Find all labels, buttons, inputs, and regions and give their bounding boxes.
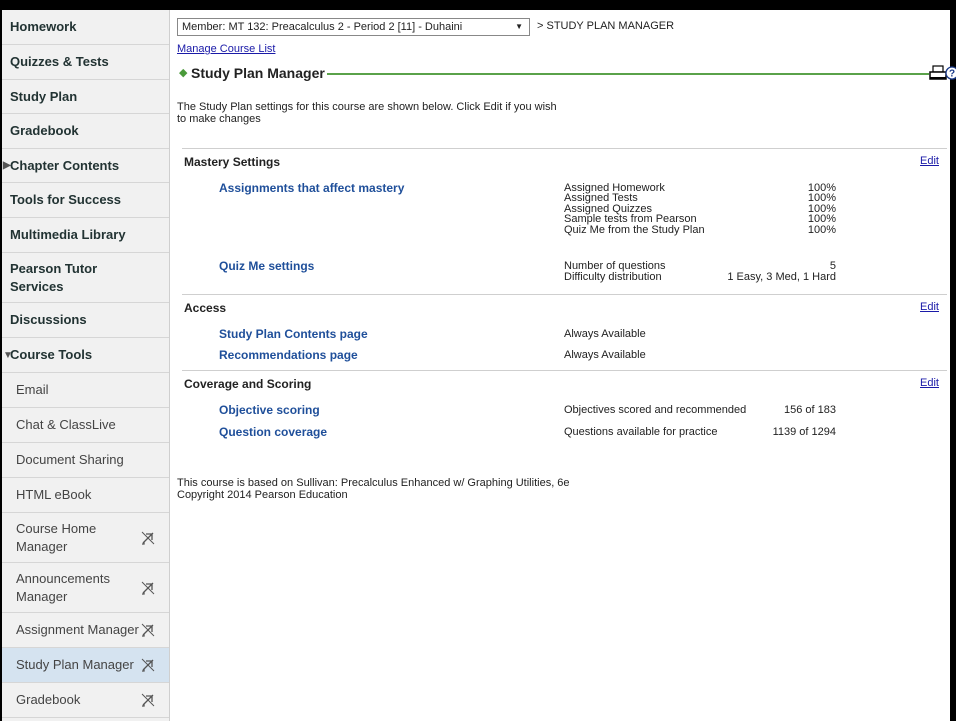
- recommendations-label: Recommendations page: [219, 348, 358, 362]
- assignments-mastery-label: Assignments that affect mastery: [219, 181, 405, 195]
- sidebar-item-multimedia-library[interactable]: Multimedia Library: [2, 218, 169, 253]
- title-divider: [327, 73, 929, 75]
- coverage-value: 1139 of 1294: [772, 426, 836, 438]
- objective-scoring-label: Objective scoring: [219, 403, 320, 417]
- sidebar-item-label: Announcements Manager: [16, 570, 110, 604]
- access-value: Always Available: [564, 328, 646, 340]
- quiz-me-settings-label: Quiz Me settings: [219, 259, 315, 273]
- member-course-select-value: Member: MT 132: Preacalculus 2 - Period …: [182, 21, 463, 33]
- sidebar-item-course-home-manager[interactable]: Course Home Manager: [2, 513, 169, 563]
- edit-off-icon[interactable]: [141, 581, 155, 595]
- sidebar-item-label: Chapter Contents: [10, 157, 120, 173]
- svg-text:?: ?: [949, 69, 955, 80]
- sidebar-item-chapter-contents[interactable]: ▶ Chapter Contents: [2, 149, 169, 183]
- access-value: Always Available: [564, 349, 646, 361]
- study-plan-contents-label: Study Plan Contents page: [219, 327, 368, 341]
- sidebar-item-label: Chat & ClassLive: [16, 417, 116, 432]
- sidebar-item-label: Multimedia Library: [10, 227, 126, 242]
- sidebar-item-document-sharing[interactable]: Document Sharing: [2, 443, 169, 478]
- sidebar-item-email[interactable]: Email: [2, 373, 169, 408]
- sidebar-item-label: Quizzes & Tests: [10, 54, 109, 69]
- sidebar-item-course-tools[interactable]: ▼ Course Tools: [2, 338, 169, 373]
- assignment-weight: 100%: [807, 224, 836, 236]
- section-title-access: Access: [184, 301, 227, 315]
- window-frame-top: [0, 0, 956, 10]
- sidebar-item-study-plan[interactable]: Study Plan: [2, 80, 169, 114]
- sidebar-item-discussions[interactable]: Discussions: [2, 303, 169, 338]
- sidebar-item-pearson-tutor-services[interactable]: Pearson Tutor Services: [2, 253, 169, 303]
- sidebar-item-label: Discussions: [10, 312, 87, 327]
- quiz-me-setting: Difficulty distribution: [564, 271, 662, 283]
- coverage-value: 156 of 183: [784, 404, 836, 416]
- sidebar-item-label: Email: [16, 382, 49, 397]
- chevron-down-icon: ▼: [515, 22, 523, 31]
- assignment-weight: 100%: [807, 213, 836, 225]
- assignment-type: Quiz Me from the Study Plan: [564, 224, 705, 236]
- coverage-setting: Questions available for practice: [564, 426, 718, 438]
- sidebar-item-label: Gradebook: [10, 123, 79, 138]
- sidebar-item-label: Course Home Manager: [16, 520, 97, 554]
- edit-mastery-link[interactable]: Edit: [920, 155, 939, 167]
- sidebar-item-assignment-manager[interactable]: Assignment Manager: [2, 613, 169, 648]
- footer-line: This course is based on Sullivan: Precal…: [177, 477, 570, 489]
- sidebar-item-announcements-manager[interactable]: Announcements Manager: [2, 563, 169, 613]
- sidebar-item-label: Pearson Tutor Services: [10, 260, 98, 294]
- edit-access-link[interactable]: Edit: [920, 301, 939, 313]
- sidebar-item-label: Course Tools: [10, 347, 93, 362]
- sidebar-item-label: Gradebook: [16, 692, 81, 707]
- member-course-select[interactable]: Member: MT 132: Preacalculus 2 - Period …: [177, 18, 530, 36]
- sidebar-item-gradebook[interactable]: Gradebook: [2, 114, 169, 149]
- help-icon[interactable]: ?: [945, 66, 956, 80]
- section-title-coverage: Coverage and Scoring: [184, 377, 312, 391]
- sidebar-item-label: Study Plan: [10, 88, 78, 104]
- quiz-me-setting: Number of questions: [564, 260, 666, 272]
- edit-off-icon[interactable]: [141, 658, 155, 672]
- section-title-mastery: Mastery Settings: [184, 155, 281, 169]
- quiz-me-value: 1 Easy, 3 Med, 1 Hard: [727, 271, 836, 283]
- section-divider: [182, 370, 947, 371]
- edit-off-icon[interactable]: [141, 531, 155, 545]
- coverage-setting: Objectives scored and recommended: [564, 404, 747, 416]
- caret-right-icon: ▶: [3, 160, 11, 171]
- edit-off-icon[interactable]: [141, 693, 155, 707]
- footer-text: This course is based on Sullivan: Precal…: [177, 477, 570, 501]
- manage-course-list-link[interactable]: Manage Course List: [177, 43, 275, 55]
- sidebar-item-study-plan-manager[interactable]: Study Plan Manager: [2, 648, 169, 683]
- edit-off-icon[interactable]: [141, 623, 155, 637]
- main-content: Member: MT 132: Preacalculus 2 - Period …: [177, 10, 956, 721]
- title-row: ◆ Study Plan Manager ?: [177, 65, 956, 83]
- sidebar-item-label: Homework: [10, 19, 77, 34]
- sidebar-item-label: HTML eBook: [16, 487, 92, 502]
- assignment-type: Sample tests from Pearson: [564, 213, 697, 225]
- sidebar-item-homework[interactable]: Homework: [2, 10, 169, 45]
- page-title: Study Plan Manager: [191, 65, 325, 81]
- quiz-me-value: 5: [829, 260, 836, 272]
- breadcrumb: > STUDY PLAN MANAGER: [537, 20, 675, 32]
- sidebar-item-label: Assignment Manager: [16, 622, 139, 637]
- diamond-icon: ◆: [179, 67, 188, 79]
- assignment-weight: 100%: [807, 192, 836, 204]
- sidebar-item-label: Tools for Success: [10, 192, 122, 207]
- sidebar-item-label: Study Plan Manager: [16, 657, 134, 672]
- intro-text: The Study Plan settings for this course …: [177, 101, 557, 125]
- footer-line: Copyright 2014 Pearson Education: [177, 489, 348, 501]
- sidebar-item-chat-classlive[interactable]: Chat & ClassLive: [2, 408, 169, 443]
- sidebar-item-html-ebook[interactable]: HTML eBook: [2, 478, 169, 513]
- sidebar: Homework Quizzes & Tests Study Plan Grad…: [2, 10, 170, 721]
- section-divider: [182, 148, 947, 149]
- sidebar-item-quizzes-tests[interactable]: Quizzes & Tests: [2, 45, 169, 80]
- sidebar-item-label: Document Sharing: [16, 452, 124, 467]
- assignment-type: Assigned Tests: [564, 192, 638, 204]
- sidebar-item-tools-for-success[interactable]: Tools for Success: [2, 183, 169, 218]
- sidebar-item-gradebook-manager[interactable]: Gradebook: [2, 683, 169, 718]
- caret-down-icon: ▼: [3, 349, 13, 361]
- edit-coverage-link[interactable]: Edit: [920, 377, 939, 389]
- section-divider: [182, 294, 947, 295]
- question-coverage-label: Question coverage: [219, 425, 328, 439]
